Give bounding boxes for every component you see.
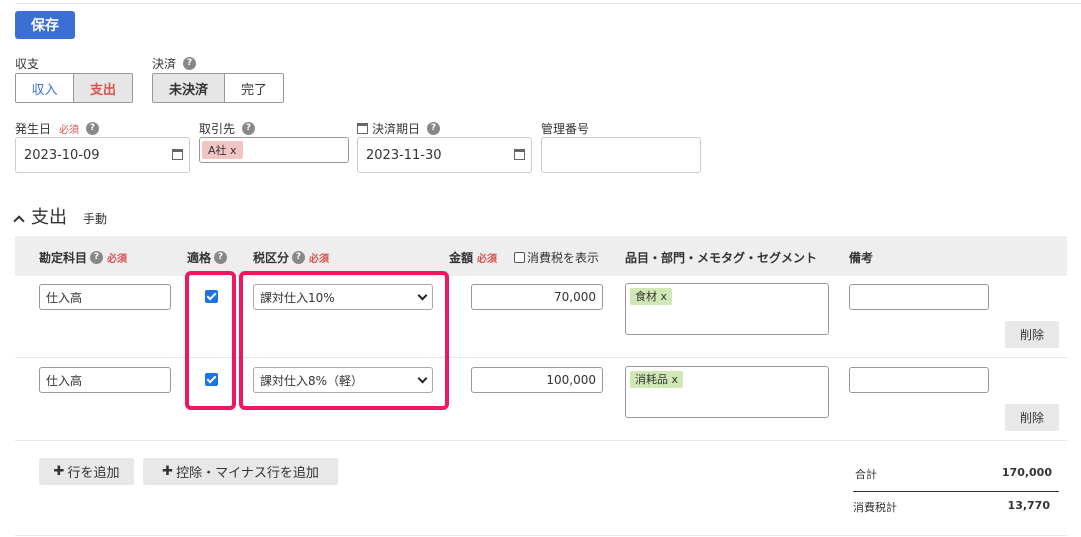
row-divider xyxy=(15,357,1067,358)
delete-row-button[interactable]: 削除 xyxy=(1005,404,1059,431)
account-input[interactable]: 仕入高 xyxy=(39,284,171,310)
tax-total-label: 消費税計 xyxy=(853,501,897,514)
issue-date-label: 発生日 必須 ? xyxy=(15,120,100,137)
note-input[interactable] xyxy=(849,367,989,393)
show-tax-option[interactable]: 消費税を表示 xyxy=(514,249,599,266)
help-icon[interactable]: ? xyxy=(292,251,306,264)
header-amount-text: 金額 xyxy=(449,251,474,265)
summary-divider xyxy=(853,491,1059,492)
plus-icon: ✚ xyxy=(53,464,65,479)
account-value: 仕入高 xyxy=(46,373,83,388)
income-option[interactable]: 収入 xyxy=(16,74,74,102)
note-input[interactable] xyxy=(849,284,989,310)
header-item: 品目・部門・メモタグ・セグメント xyxy=(625,251,818,265)
partner-label-text: 取引先 xyxy=(199,122,236,136)
due-date-value: 2023-11-30 xyxy=(366,147,442,163)
issue-date-input[interactable]: 2023-10-09 xyxy=(15,137,190,173)
partner-input[interactable]: A社 x xyxy=(199,137,349,163)
add-deduction-row-button[interactable]: ✚ 控除・マイナス行を追加 xyxy=(143,458,338,485)
calendar-icon[interactable] xyxy=(172,149,183,160)
plus-icon: ✚ xyxy=(162,464,174,479)
section-mode: 手動 xyxy=(83,212,108,226)
tax-highlight xyxy=(239,271,449,410)
bottom-divider xyxy=(15,535,1067,536)
help-icon[interactable]: ? xyxy=(427,122,441,135)
required-badge: 必須 xyxy=(309,254,330,265)
header-account-text: 勘定科目 xyxy=(39,251,88,265)
chevron-up-icon[interactable] xyxy=(13,215,25,227)
settlement-label: 決済 ? xyxy=(152,55,197,72)
amount-value: 100,000 xyxy=(546,373,596,387)
help-icon[interactable]: ? xyxy=(86,122,100,135)
qualified-highlight xyxy=(185,271,236,410)
help-icon[interactable]: ? xyxy=(242,122,256,135)
section-title: 支出 xyxy=(31,207,67,228)
show-tax-checkbox[interactable] xyxy=(514,252,525,263)
tax-total-value: 13,770 xyxy=(1007,499,1050,512)
show-tax-label: 消費税を表示 xyxy=(527,251,600,265)
settlement-label-text: 決済 xyxy=(152,57,177,71)
header-tax-text: 税区分 xyxy=(253,251,290,265)
partner-label: 取引先 ? xyxy=(199,120,256,137)
due-date-label: 決済期日 ? xyxy=(357,120,441,137)
item-tag[interactable]: 消耗品 x xyxy=(630,371,684,388)
header-account: 勘定科目 ? 必須 xyxy=(39,249,127,266)
save-button[interactable]: 保存 xyxy=(15,11,75,39)
item-tag[interactable]: 食材 x xyxy=(630,288,673,305)
header-qualified-text: 適格 xyxy=(187,251,212,265)
account-value: 仕入高 xyxy=(46,290,83,305)
issue-date-value: 2023-10-09 xyxy=(24,147,100,163)
calendar-icon xyxy=(357,123,368,134)
header-tax: 税区分 ? 必須 xyxy=(253,249,329,266)
header-qualified: 適格 ? xyxy=(187,249,228,266)
unsettled-option[interactable]: 未決済 xyxy=(153,74,225,102)
amount-value: 70,000 xyxy=(554,290,596,304)
issue-date-label-text: 発生日 xyxy=(15,122,52,136)
management-no-label: 管理番号 xyxy=(541,122,590,136)
settled-option[interactable]: 完了 xyxy=(225,74,283,102)
header-amount: 金額 必須 xyxy=(449,249,497,266)
row-divider xyxy=(15,440,1067,441)
item-tag-input[interactable]: 食材 x xyxy=(625,283,829,335)
total-label: 合計 xyxy=(855,468,877,481)
item-tag-input[interactable]: 消耗品 x xyxy=(625,366,829,418)
calendar-icon[interactable] xyxy=(514,149,525,160)
help-icon[interactable]: ? xyxy=(90,251,104,264)
total-value: 170,000 xyxy=(1001,466,1052,479)
expense-section-header[interactable]: 支出 手動 xyxy=(13,203,108,229)
required-badge: 必須 xyxy=(107,254,128,265)
settlement-toggle[interactable]: 未決済 完了 xyxy=(152,73,284,103)
partner-tag[interactable]: A社 x xyxy=(202,141,243,159)
income-expense-label: 収支 xyxy=(15,57,40,71)
add-row-label: 行を追加 xyxy=(67,466,120,481)
due-date-label-text: 決済期日 xyxy=(372,122,421,136)
top-divider xyxy=(15,3,1081,4)
header-note: 備考 xyxy=(849,251,874,265)
amount-input[interactable]: 100,000 xyxy=(471,367,603,393)
due-date-input[interactable]: 2023-11-30 xyxy=(357,137,532,173)
amount-input[interactable]: 70,000 xyxy=(471,284,603,310)
delete-row-button[interactable]: 削除 xyxy=(1005,321,1059,348)
add-row-button[interactable]: ✚ 行を追加 xyxy=(39,458,134,485)
expense-option[interactable]: 支出 xyxy=(74,74,132,102)
required-badge: 必須 xyxy=(477,254,498,265)
required-badge: 必須 xyxy=(59,125,80,136)
management-no-input[interactable] xyxy=(541,137,701,173)
help-icon[interactable]: ? xyxy=(183,57,197,70)
help-icon[interactable]: ? xyxy=(214,251,228,264)
income-expense-toggle[interactable]: 収入 支出 xyxy=(15,73,133,103)
add-deduction-label: 控除・マイナス行を追加 xyxy=(176,466,319,481)
account-input[interactable]: 仕入高 xyxy=(39,367,171,393)
